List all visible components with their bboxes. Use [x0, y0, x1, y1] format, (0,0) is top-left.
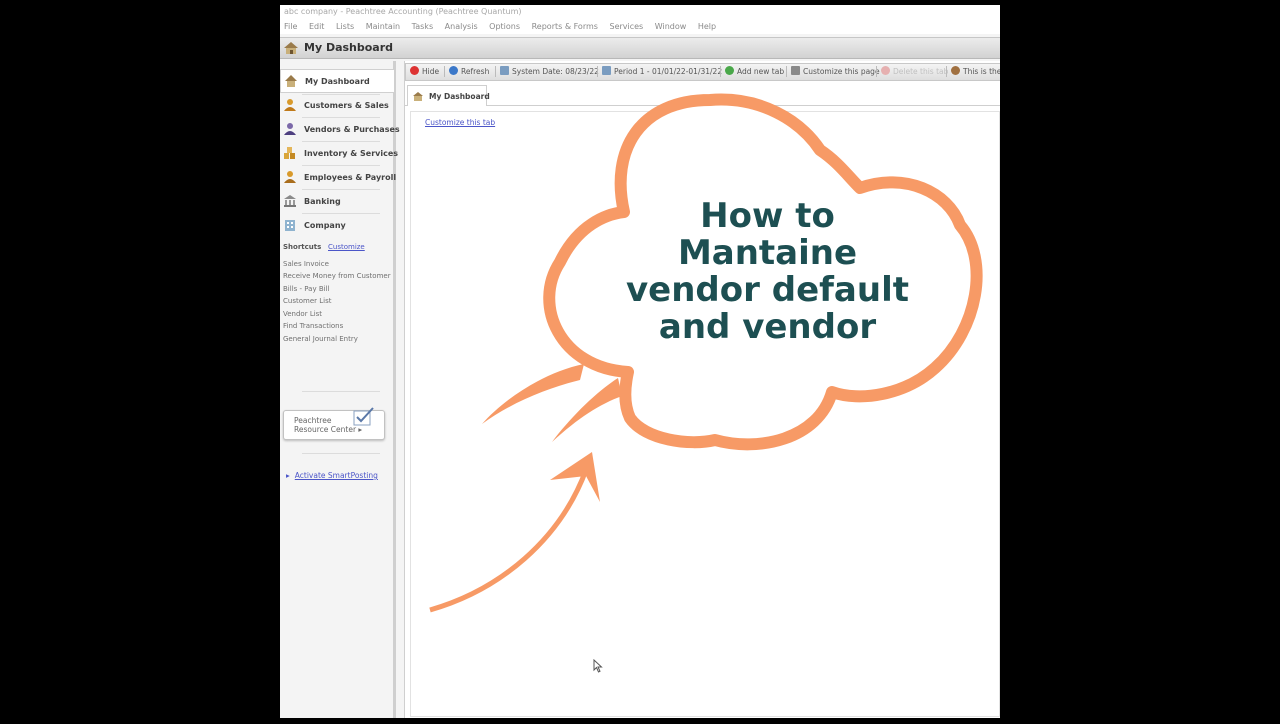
calendar-icon	[500, 66, 509, 75]
customize-tab-link[interactable]: Customize this tab	[425, 118, 495, 127]
toolbar-separator	[786, 66, 787, 77]
refresh-icon	[449, 66, 458, 75]
menu-bar: File Edit Lists Maintain Tasks Analysis …	[280, 19, 1000, 34]
boxes-icon	[284, 147, 295, 159]
sidebar-item-label: Customers & Sales	[304, 101, 389, 110]
shortcut-receive-money[interactable]: Receive Money from Customer	[283, 272, 391, 280]
person-icon	[284, 123, 296, 135]
sidebar-item-label: Inventory & Services	[304, 149, 399, 158]
sidebar-item-label: Banking	[304, 197, 341, 206]
navigation-sidebar: My Dashboard Customers & Sales Vendors &…	[280, 61, 400, 718]
menu-window[interactable]: Window	[655, 22, 687, 31]
customize-page-label: Customize this page	[803, 67, 880, 76]
sidebar-item-label: Company	[304, 221, 346, 230]
sidebar-item-inventory-services[interactable]: Inventory & Services	[280, 142, 398, 164]
delete-tab-button[interactable]: Delete this tab	[881, 66, 948, 76]
add-icon	[725, 66, 734, 75]
peachtree-window: abc company - Peachtree Accounting (Peac…	[280, 5, 1000, 718]
house-icon	[413, 92, 423, 101]
customize-shortcuts-link[interactable]: Customize	[328, 243, 365, 251]
shortcut-find-transactions[interactable]: Find Transactions	[283, 322, 343, 330]
resource-center-button[interactable]: Peachtree Resource Center ▸	[283, 407, 385, 440]
refresh-button[interactable]: Refresh	[449, 66, 489, 76]
resource-center-line1: Peachtree	[294, 416, 332, 425]
toolbar-separator	[720, 66, 721, 77]
close-circle-icon	[410, 66, 419, 75]
menu-lists[interactable]: Lists	[336, 22, 354, 31]
dashboard-content: Customize this tab	[410, 111, 1000, 717]
period-button[interactable]: Period 1 - 01/01/22-01/31/22	[602, 66, 722, 76]
house-icon	[285, 75, 297, 87]
toolbar-separator	[444, 66, 445, 77]
divider	[302, 391, 380, 392]
menu-tasks[interactable]: Tasks	[412, 22, 433, 31]
this-is-the-button[interactable]: This is the	[951, 66, 1000, 76]
sidebar-item-my-dashboard[interactable]: My Dashboard	[280, 69, 394, 93]
period-icon	[602, 66, 611, 75]
tab-my-dashboard[interactable]: My Dashboard	[407, 85, 490, 106]
sidebar-item-employees-payroll[interactable]: Employees & Payroll	[280, 166, 397, 188]
smartposting-row: ▸ Activate SmartPosting	[286, 471, 378, 480]
info-icon	[951, 66, 960, 75]
dashboard-title: My Dashboard	[304, 41, 394, 54]
delete-icon	[881, 66, 890, 75]
dashboard-main: Hide Refresh System Date: 08/23/22 Perio…	[404, 61, 1000, 718]
building-icon	[285, 220, 295, 231]
sidebar-item-label: Employees & Payroll	[304, 173, 397, 182]
menu-help[interactable]: Help	[698, 22, 716, 31]
toolbar-separator	[597, 66, 598, 77]
hide-button[interactable]: Hide	[410, 66, 439, 76]
sidebar-item-label: My Dashboard	[305, 77, 370, 86]
add-tab-button[interactable]: Add new tab	[725, 66, 784, 76]
toolbar-separator	[946, 66, 947, 77]
window-title: abc company - Peachtree Accounting (Peac…	[280, 5, 1000, 19]
menu-maintain[interactable]: Maintain	[366, 22, 400, 31]
menu-edit[interactable]: Edit	[309, 22, 325, 31]
refresh-label: Refresh	[461, 67, 490, 76]
sidebar-item-banking[interactable]: Banking	[280, 190, 393, 212]
period-label: Period 1 - 01/01/22-01/31/22	[614, 67, 723, 76]
menu-file[interactable]: File	[284, 22, 297, 31]
tab-label: My Dashboard	[429, 92, 490, 101]
system-date-label: System Date: 08/23/22	[512, 67, 599, 76]
dashboard-toolbar: Hide Refresh System Date: 08/23/22 Perio…	[405, 63, 1000, 81]
person-icon	[284, 99, 296, 111]
toolbar-separator	[876, 66, 877, 77]
sidebar-item-company[interactable]: Company	[280, 214, 393, 236]
shortcuts-heading: Shortcuts	[283, 243, 322, 251]
bank-icon	[284, 195, 296, 207]
activate-smartposting-link[interactable]: Activate SmartPosting	[295, 471, 378, 480]
divider	[302, 453, 380, 454]
sidebar-item-vendors-purchases[interactable]: Vendors & Purchases	[280, 118, 400, 140]
customize-icon	[791, 66, 800, 75]
bullet-arrow-icon: ▸	[286, 471, 290, 480]
sidebar-item-customers-sales[interactable]: Customers & Sales	[280, 94, 393, 116]
system-date-button[interactable]: System Date: 08/23/22	[500, 66, 599, 76]
menu-reports[interactable]: Reports & Forms	[532, 22, 598, 31]
shortcut-pay-bill[interactable]: Bills - Pay Bill	[283, 285, 329, 293]
menu-services[interactable]: Services	[609, 22, 643, 31]
sidebar-item-label: Vendors & Purchases	[304, 125, 400, 134]
toolbar-separator	[495, 66, 496, 77]
customize-page-button[interactable]: Customize this page	[791, 66, 880, 76]
this-is-the-label: This is the	[963, 67, 1000, 76]
shortcut-general-journal[interactable]: General Journal Entry	[283, 335, 358, 343]
shortcut-vendor-list[interactable]: Vendor List	[283, 310, 322, 318]
dashboard-tab-row: My Dashboard	[405, 83, 1000, 106]
menu-analysis[interactable]: Analysis	[445, 22, 478, 31]
add-tab-label: Add new tab	[737, 67, 785, 76]
checklist-icon	[353, 407, 374, 426]
delete-tab-label: Delete this tab	[893, 67, 949, 76]
menu-options[interactable]: Options	[489, 22, 520, 31]
dashboard-header: My Dashboard	[280, 37, 1000, 59]
shortcut-customer-list[interactable]: Customer List	[283, 297, 331, 305]
house-icon	[284, 42, 298, 54]
shortcut-sales-invoice[interactable]: Sales Invoice	[283, 260, 329, 268]
hide-label: Hide	[422, 67, 440, 76]
person-icon	[284, 171, 296, 183]
